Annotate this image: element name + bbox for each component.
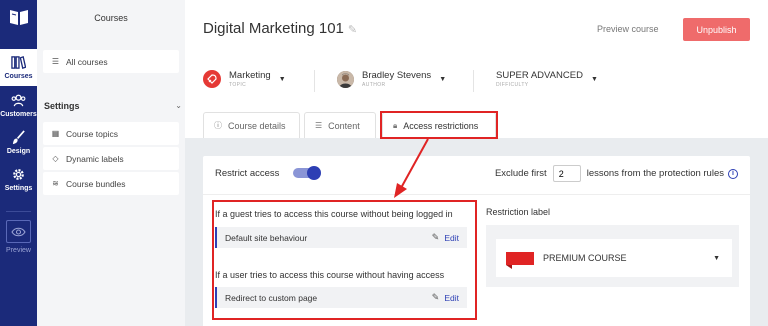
sidebar-title: Courses [94,13,128,23]
bundle-icon: ≋ [52,179,59,188]
rail-item-settings[interactable]: Settings [0,167,37,195]
main-panel: Digital Marketing 101 ✎ Preview course Un… [185,0,768,326]
users-icon [11,94,26,107]
sidebar-item-course-topics[interactable]: ▦ Course topics [43,122,179,145]
sidebar-item-course-bundles[interactable]: ≋ Course bundles [43,172,179,195]
rail-item-label: Settings [4,185,33,192]
sidebar-item-label: Dynamic labels [66,153,124,164]
rail-item-label: Customers [0,111,37,118]
annotation-arrow [394,138,429,198]
rail-preview[interactable]: Preview [0,220,37,254]
list-icon: ☰ [51,57,60,66]
sidebar-item-label: All courses [66,56,108,67]
tag-icon: ◇ [52,154,59,163]
rail-divider [6,211,31,212]
courses-sidebar: Courses ☰ All courses Settings ⌄ ▦ Cours… [37,0,185,326]
settings-section-header[interactable]: Settings ⌄ [44,101,182,111]
rail-item-customers[interactable]: Customers [0,93,37,121]
books-icon [11,56,26,69]
rail-item-design[interactable]: Design [0,130,37,158]
sidebar-item-label: Course topics [66,128,118,139]
settings-heading: Settings [44,101,80,111]
sidebar-item-dynamic-labels[interactable]: ◇ Dynamic labels [43,147,179,170]
sidebar-item-all-courses[interactable]: ☰ All courses [43,50,179,73]
gear-icon [13,169,24,180]
app-logo[interactable] [0,0,37,34]
sidebar-item-label: Course bundles [66,178,126,189]
preview-label: Preview [6,247,31,254]
chevron-down-icon: ⌄ [175,101,182,110]
grid-icon: ▦ [51,129,60,138]
rail-item-label: Courses [4,73,33,80]
rail-item-label: Design [6,148,31,155]
eye-icon [6,220,31,243]
rail-item-courses[interactable]: Courses [0,49,37,86]
app-rail: Courses Customers Design Settings Previe… [0,0,37,326]
brush-icon [12,130,25,145]
logo-icon [9,10,28,25]
